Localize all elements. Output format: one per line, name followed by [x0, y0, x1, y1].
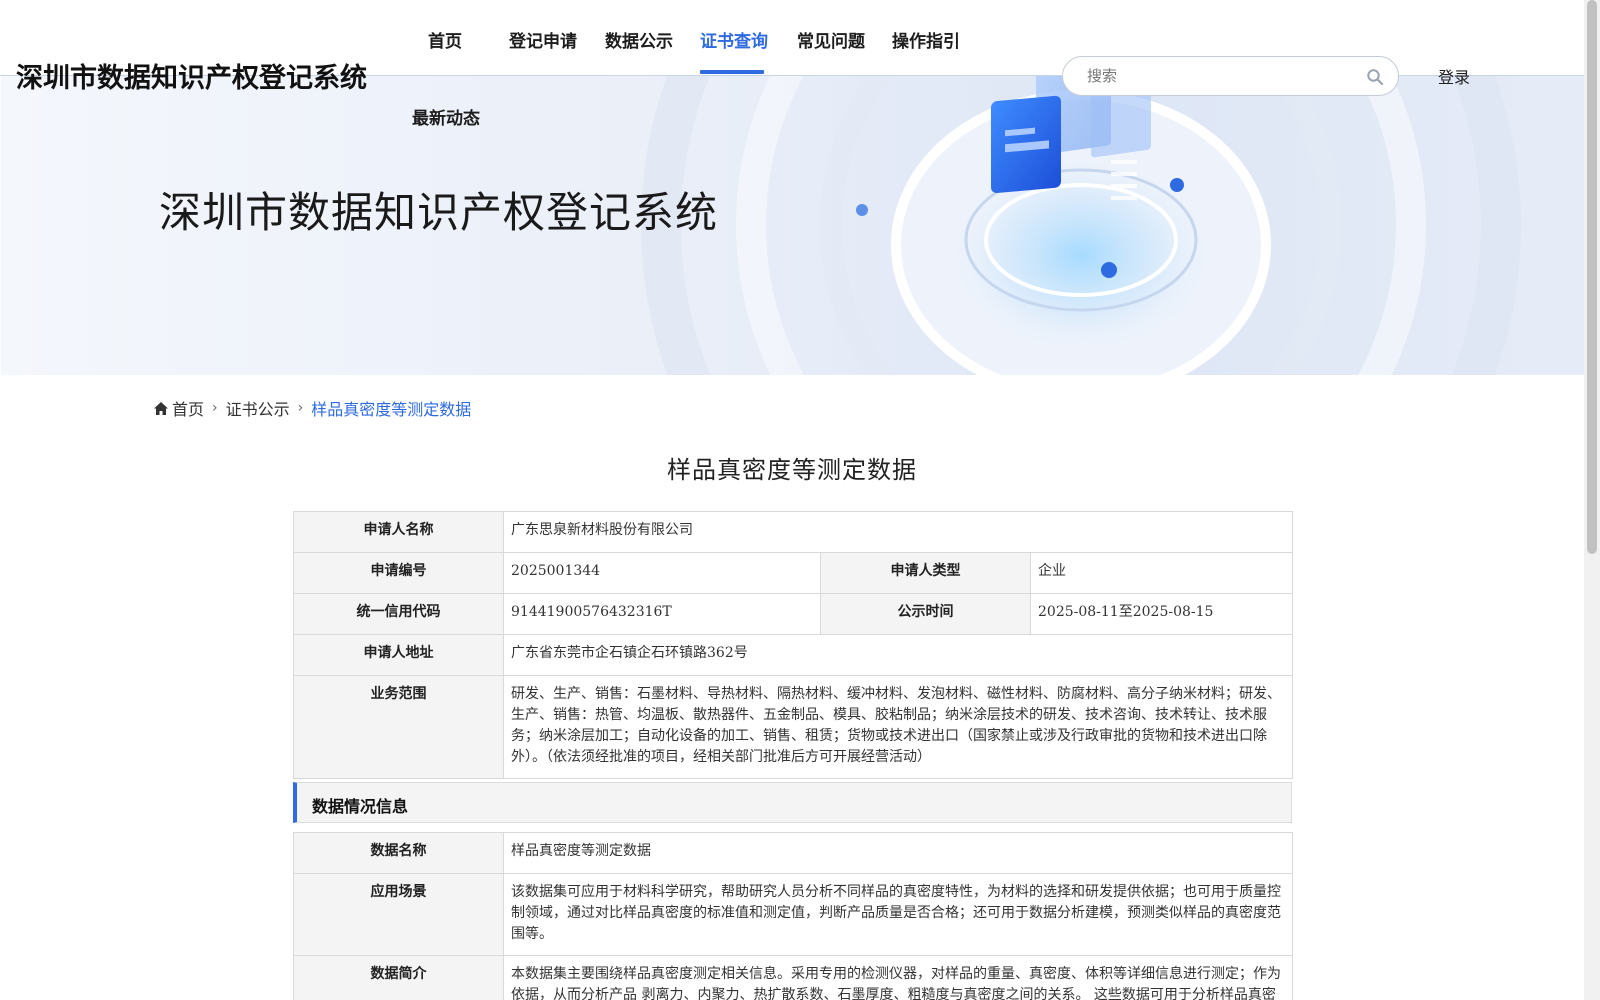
section-title: 数据情况信息 [312, 797, 409, 816]
table-row: 申请人地址 广东省东莞市企石镇企石环镇路362号 [293, 634, 1293, 676]
credit-code-value: 91441900576432316T [503, 593, 821, 635]
table-row: 申请人名称 广东思泉新材料股份有限公司 [293, 511, 1293, 553]
applicant-info-table: 申请人名称 广东思泉新材料股份有限公司 申请编号 2025001344 申请人类… [293, 511, 1293, 779]
chevron-right-icon: › [297, 400, 304, 416]
login-link[interactable]: 登录 [1438, 64, 1470, 88]
applicant-name-label: 申请人名称 [293, 511, 504, 553]
applicant-type-label: 申请人类型 [820, 552, 1031, 594]
search-icon[interactable] [1366, 68, 1384, 86]
application-number-value: 2025001344 [503, 552, 821, 594]
table-row: 数据名称 样品真密度等测定数据 [293, 832, 1293, 874]
application-number-label: 申请编号 [293, 552, 504, 594]
site-title: 深圳市数据知识产权登记系统 [16, 63, 367, 94]
nav-active-indicator [700, 70, 764, 74]
business-scope-label: 业务范围 [293, 675, 504, 779]
data-info-table: 数据名称 样品真密度等测定数据 应用场景 该数据集可应用于材料科学研究，帮助研究… [293, 832, 1293, 1000]
data-intro-value: 本数据集主要围绕样品真密度测定相关信息。采用专用的检测仪器，对样品的重量、真密度… [503, 955, 1293, 1000]
scrollbar-thumb[interactable] [1587, 0, 1597, 554]
page-title: 样品真密度等测定数据 [667, 456, 917, 484]
chevron-right-icon: › [212, 400, 218, 416]
data-name-label: 数据名称 [293, 832, 504, 874]
home-icon [154, 401, 168, 415]
table-row: 申请编号 2025001344 申请人类型 企业 [293, 552, 1293, 594]
applicant-address-label: 申请人地址 [293, 634, 504, 676]
table-row: 应用场景 该数据集可应用于材料科学研究，帮助研究人员分析不同样品的真密度特性，为… [293, 873, 1293, 956]
nav-faq[interactable]: 常见问题 [797, 27, 865, 52]
scenario-value: 该数据集可应用于材料科学研究，帮助研究人员分析不同样品的真密度特性，为材料的选择… [503, 873, 1293, 956]
nav-certificate-query[interactable]: 证书查询 [700, 27, 768, 52]
applicant-name-value: 广东思泉新材料股份有限公司 [503, 511, 1293, 553]
search-box[interactable] [1062, 56, 1399, 96]
hero-title: 深圳市数据知识产权登记系统 [159, 188, 719, 237]
nav-data-publicity[interactable]: 数据公示 [605, 27, 673, 52]
table-row: 数据简介 本数据集主要围绕样品真密度测定相关信息。采用专用的检测仪器，对样品的重… [293, 955, 1293, 1000]
applicant-type-value: 企业 [1030, 552, 1293, 594]
breadcrumb-home[interactable]: 首页 [172, 396, 204, 420]
nav-register-apply[interactable]: 登记申请 [509, 27, 577, 52]
breadcrumb: 首页 › 证书公示 › 样品真密度等测定数据 [154, 396, 471, 420]
breadcrumb-certificate-publicity[interactable]: 证书公示 [226, 396, 290, 420]
data-intro-label: 数据简介 [293, 955, 504, 1000]
credit-code-label: 统一信用代码 [293, 593, 504, 635]
table-row: 统一信用代码 91441900576432316T 公示时间 2025-08-1… [293, 593, 1293, 635]
scenario-label: 应用场景 [293, 873, 504, 956]
business-scope-value: 研发、生产、销售：石墨材料、导热材料、隔热材料、缓冲材料、发泡材料、磁性材料、防… [503, 675, 1293, 779]
nav-home[interactable]: 首页 [428, 27, 462, 52]
hero-banner: 深圳市数据知识产权登记系统 [1, 75, 1584, 375]
search-input[interactable] [1087, 65, 1357, 87]
table-row: 业务范围 研发、生产、销售：石墨材料、导热材料、隔热材料、缓冲材料、发泡材料、磁… [293, 675, 1293, 779]
applicant-address-value: 广东省东莞市企石镇企石环镇路362号 [503, 634, 1293, 676]
nav-operation-guide[interactable]: 操作指引 [892, 27, 960, 52]
nav-latest-news[interactable]: 最新动态 [412, 104, 480, 129]
publicity-time-label: 公示时间 [820, 593, 1031, 635]
data-info-section-header: 数据情况信息 [293, 782, 1292, 823]
publicity-time-value: 2025-08-11至2025-08-15 [1030, 593, 1293, 635]
breadcrumb-current: 样品真密度等测定数据 [311, 400, 472, 419]
data-name-value: 样品真密度等测定数据 [503, 832, 1293, 874]
